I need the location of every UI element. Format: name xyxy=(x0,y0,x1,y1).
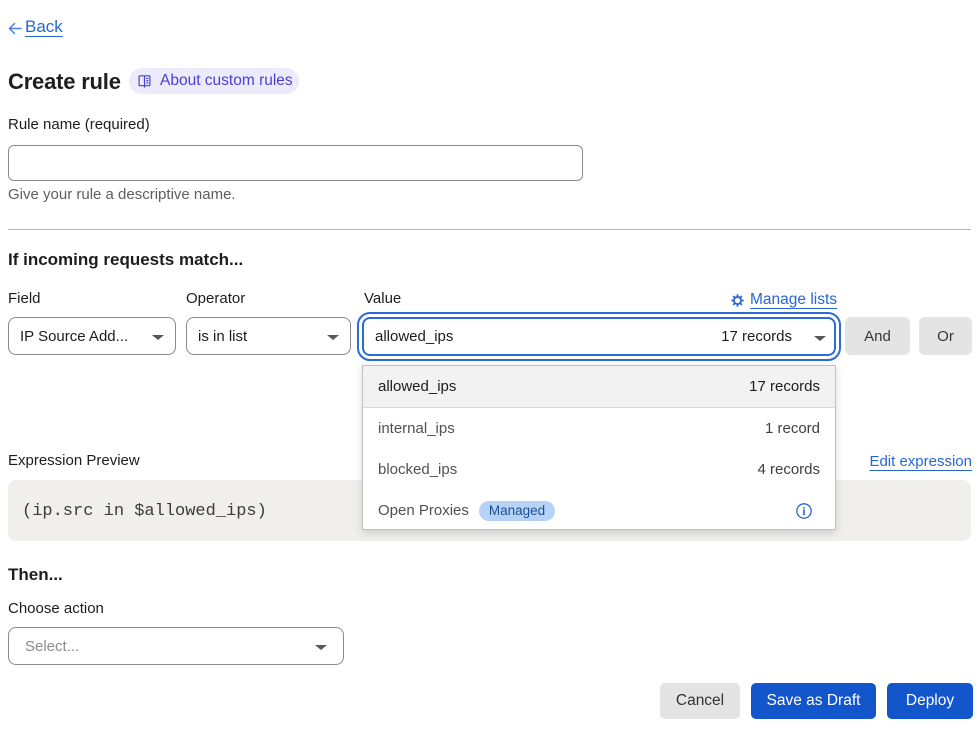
svg-text:i: i xyxy=(802,506,806,518)
